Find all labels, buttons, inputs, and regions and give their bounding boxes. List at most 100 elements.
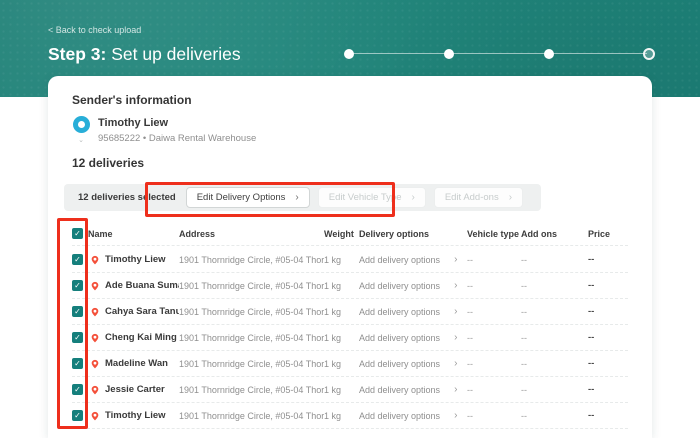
row-address: 1901 Thornridge Circle, #05-04 Thornridg…: [179, 359, 324, 369]
chevron-right-icon: ›: [295, 192, 298, 203]
column-header-address: Address: [179, 229, 324, 239]
table-row: ✓ Jessie Carter 1901 Thornridge Circle, …: [72, 377, 628, 403]
select-all-checkbox[interactable]: ✓: [72, 228, 83, 239]
row-price: --: [588, 358, 628, 369]
row-add-delivery-options[interactable]: Add delivery options ›: [359, 332, 467, 343]
row-vehicle-type: --: [467, 333, 521, 343]
sender-info-row: ⌄ Timothy Liew 95685222 • Daiwa Rental W…: [72, 116, 256, 144]
selection-bar: 12 deliveries selected Edit Delivery Opt…: [64, 184, 541, 211]
row-weight: 1 kg: [324, 255, 359, 265]
column-header-price: Price: [588, 229, 628, 239]
row-checkbox[interactable]: ✓: [72, 358, 83, 369]
row-checkbox[interactable]: ✓: [72, 306, 83, 317]
table-body: ✓ Timothy Liew 1901 Thornridge Circle, #…: [72, 247, 628, 429]
chevron-right-icon: ›: [454, 306, 457, 317]
chevron-right-icon: ›: [454, 358, 457, 369]
row-add-delivery-options[interactable]: Add delivery options ›: [359, 280, 467, 291]
location-pin-icon: [90, 281, 100, 291]
row-vehicle-type: --: [467, 359, 521, 369]
chevron-right-icon: ›: [454, 384, 457, 395]
check-icon: ✓: [74, 358, 81, 369]
row-checkbox[interactable]: ✓: [72, 410, 83, 421]
page-title: Step 3: Set up deliveries: [48, 44, 241, 65]
row-address: 1901 Thornridge Circle, #05-04 Thornridg…: [179, 411, 324, 421]
row-vehicle-type: --: [467, 307, 521, 317]
check-icon: ✓: [74, 410, 81, 421]
check-icon: ✓: [74, 384, 81, 395]
table-row: ✓ Timothy Liew 1901 Thornridge Circle, #…: [72, 247, 628, 273]
row-add-delivery-options[interactable]: Add delivery options ›: [359, 254, 467, 265]
row-add-ons: --: [521, 255, 588, 265]
row-name: Ade Buana Sumadi: [105, 280, 179, 291]
row-weight: 1 kg: [324, 385, 359, 395]
row-price: --: [588, 384, 628, 395]
sender-section-title: Sender's information: [72, 93, 192, 107]
row-add-delivery-options[interactable]: Add delivery options ›: [359, 384, 467, 395]
location-pin-icon: [90, 385, 100, 395]
chevron-right-icon: ›: [411, 192, 414, 203]
row-vehicle-type: --: [467, 411, 521, 421]
row-vehicle-type: --: [467, 281, 521, 291]
row-add-ons: --: [521, 333, 588, 343]
row-weight: 1 kg: [324, 307, 359, 317]
progress-step-3-dot: [544, 49, 554, 59]
row-price: --: [588, 332, 628, 343]
row-add-ons: --: [521, 281, 588, 291]
location-pin-icon: [90, 255, 100, 265]
page: < Back to check upload Step 3: Set up de…: [0, 0, 700, 438]
row-weight: 1 kg: [324, 411, 359, 421]
check-icon: ✓: [74, 280, 81, 291]
deliveries-section-title: 12 deliveries: [72, 156, 144, 170]
chevron-right-icon: ›: [454, 280, 457, 291]
chevron-right-icon: ›: [454, 254, 457, 265]
row-checkbox[interactable]: ✓: [72, 384, 83, 395]
edit-add-ons-button[interactable]: Edit Add-ons ›: [434, 187, 523, 208]
chevron-right-icon: ›: [454, 410, 457, 421]
progress-step-2-dot: [444, 49, 454, 59]
caret-down-icon: ⌄: [72, 139, 90, 143]
chevron-right-icon: ›: [509, 192, 512, 203]
column-header-add-ons: Add ons: [521, 229, 588, 239]
row-checkbox[interactable]: ✓: [72, 280, 83, 291]
row-price: --: [588, 410, 628, 421]
row-checkbox[interactable]: ✓: [72, 332, 83, 343]
column-header-delivery-options: Delivery options: [359, 229, 467, 239]
row-address: 1901 Thornridge Circle, #05-04 Thornridg…: [179, 307, 324, 317]
row-name: Cahya Sara Tanu...: [105, 306, 179, 317]
back-link[interactable]: < Back to check upload: [48, 25, 141, 35]
row-weight: 1 kg: [324, 333, 359, 343]
row-add-delivery-options[interactable]: Add delivery options ›: [359, 306, 467, 317]
sender-name: Timothy Liew: [98, 116, 256, 129]
progress-step-1-dot: [344, 49, 354, 59]
table-row: ✓ Timothy Liew 1901 Thornridge Circle, #…: [72, 403, 628, 429]
selected-count-label: 12 deliveries selected: [78, 192, 176, 203]
row-name: Cheng Kai Ming: [105, 332, 177, 343]
location-pin-icon: [90, 359, 100, 369]
table-row: ✓ Ade Buana Sumadi 1901 Thornridge Circl…: [72, 273, 628, 299]
page-title-rest: Set up deliveries: [106, 44, 240, 64]
row-address: 1901 Thornridge Circle, #05-04 Thornridg…: [179, 385, 324, 395]
progress-line: [349, 53, 647, 54]
check-icon: ✓: [74, 228, 81, 239]
column-header-weight: Weight: [324, 229, 359, 239]
edit-vehicle-type-button[interactable]: Edit Vehicle Type ›: [318, 187, 426, 208]
row-weight: 1 kg: [324, 359, 359, 369]
edit-delivery-options-button[interactable]: Edit Delivery Options ›: [186, 187, 310, 208]
row-add-ons: --: [521, 307, 588, 317]
page-title-step: Step 3:: [48, 44, 106, 64]
row-name: Timothy Liew: [105, 410, 166, 421]
check-icon: ✓: [74, 306, 81, 317]
row-address: 1901 Thornridge Circle, #05-04 Thornridg…: [179, 255, 324, 265]
location-pin-icon: [90, 333, 100, 343]
row-address: 1901 Thornridge Circle, #05-04 Thornridg…: [179, 281, 324, 291]
row-add-delivery-options[interactable]: Add delivery options ›: [359, 410, 467, 421]
row-checkbox[interactable]: ✓: [72, 254, 83, 265]
row-add-delivery-options[interactable]: Add delivery options ›: [359, 358, 467, 369]
row-price: --: [588, 280, 628, 291]
check-icon: ✓: [74, 332, 81, 343]
sender-avatar-icon: [73, 116, 90, 133]
row-price: --: [588, 306, 628, 317]
table-row: ✓ Cahya Sara Tanu... 1901 Thornridge Cir…: [72, 299, 628, 325]
row-name: Timothy Liew: [105, 254, 166, 265]
row-price: --: [588, 254, 628, 265]
